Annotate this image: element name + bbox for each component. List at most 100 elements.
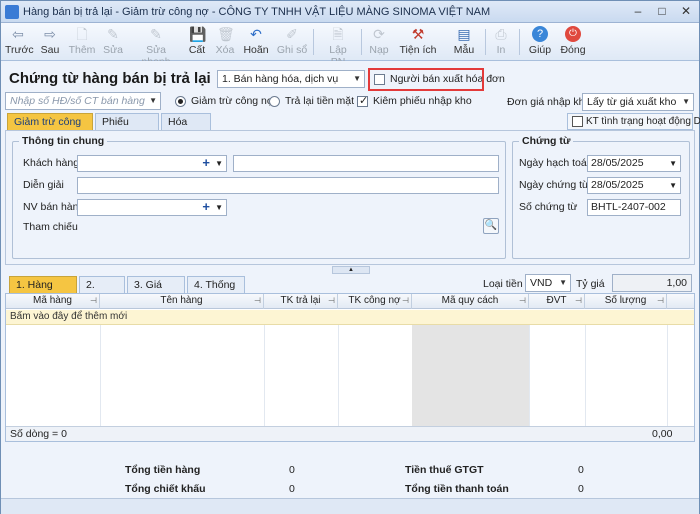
radio-dot xyxy=(269,95,280,107)
tab-invoice[interactable]: Hóa đơn xyxy=(161,113,211,144)
toolbar-separator xyxy=(361,29,362,55)
chevron-down-icon: ▼ xyxy=(682,97,690,106)
toolbar-separator xyxy=(519,29,520,55)
pin-icon[interactable]: ⊣ xyxy=(519,294,526,308)
radio-reduce-debt[interactable]: Giảm trừ công nợ xyxy=(175,95,274,107)
add-button[interactable]: 🗋 Thêm xyxy=(68,25,96,59)
plus-icon[interactable]: + xyxy=(202,155,210,170)
search-invoice-input[interactable]: Nhập số HĐ/số CT bán hàng ▼ xyxy=(5,92,161,110)
create-pn-button[interactable]: 🗎Lập PN xyxy=(321,25,355,68)
highlight-box xyxy=(368,68,484,91)
detail-tabs: 1. Hàng tiền 2. Thuế 3. Giá vốn 4. Thống… xyxy=(5,274,695,307)
arrow-right-icon: ⇨ xyxy=(44,26,56,42)
kt-status-button[interactable]: KT tình trạng hoạt động DN xyxy=(567,113,700,130)
column-header[interactable]: TK trả lại ⊣ xyxy=(264,294,338,309)
page-title: Chứng từ hàng bán bị trả lại xyxy=(9,70,211,87)
refresh-icon: ⟳ xyxy=(373,26,385,42)
chevron-down-icon: ▼ xyxy=(559,278,567,287)
reference-label: Tham chiếu xyxy=(23,221,78,233)
post-button[interactable]: ✐ Ghi sổ xyxy=(276,25,308,59)
edit-button[interactable]: ✎ Sửa xyxy=(101,25,125,59)
description-input[interactable] xyxy=(77,177,499,194)
grid-header: Mã hàng ⊣ Tên hàng ⊣ TK trả lại ⊣ TK công n… xyxy=(6,294,694,309)
load-button[interactable]: ⟳ Nạp xyxy=(367,25,391,59)
pin-icon[interactable]: ⊣ xyxy=(657,294,664,308)
app-icon xyxy=(5,5,19,19)
column-header[interactable]: TK công nợ ⊣ xyxy=(338,294,412,309)
general-info-group: Thông tin chung Khách hàng + ▼ Diễn giải … xyxy=(12,135,506,259)
radio-refund-cash[interactable]: Trả lại tiền mặt xyxy=(269,95,354,107)
tab-cost[interactable]: 3. Giá vốn xyxy=(127,276,185,307)
grid-line xyxy=(529,310,530,426)
currency-select[interactable]: VND ▼ xyxy=(525,274,571,292)
total-goods-value: 0 xyxy=(289,464,295,476)
column-header[interactable]: Mã hàng ⊣ xyxy=(6,294,100,309)
pin-icon[interactable]: ⊣ xyxy=(402,294,409,308)
quick-edit-button[interactable]: ✎Sửa nhanh xyxy=(131,25,181,68)
close-button[interactable]: ⏻ Đóng xyxy=(559,25,587,59)
import-price-label: Đơn giá nhập kho xyxy=(507,96,591,108)
sales-staff-label: NV bán hàng xyxy=(23,201,85,213)
customer-code-input[interactable]: + ▼ xyxy=(77,155,227,172)
splitter-handle[interactable]: ▲ xyxy=(332,266,370,274)
plus-icon[interactable]: + xyxy=(202,199,210,214)
tab-goods-money[interactable]: 1. Hàng tiền xyxy=(9,276,77,307)
chevron-down-icon: ▼ xyxy=(149,96,157,105)
template-button[interactable]: ▤ Mẫu xyxy=(449,25,479,59)
tools-icon: ⚒ xyxy=(411,26,425,42)
tab-receipt[interactable]: Phiếu nhập xyxy=(95,113,159,144)
description-label: Diễn giải xyxy=(23,179,64,191)
rate-input[interactable]: 1,00 xyxy=(612,274,692,292)
toolbar-separator xyxy=(485,29,486,55)
tab-reduce-debt[interactable]: Giảm trừ công nợ xyxy=(7,113,93,144)
delete-button[interactable]: 🗑 Xóa xyxy=(213,25,237,59)
import-price-select[interactable]: Lấy từ giá xuất kho ▼ xyxy=(582,93,694,111)
help-icon: ? xyxy=(532,26,548,42)
undo-button[interactable]: ↶ Hoãn xyxy=(242,25,270,59)
column-header[interactable]: Mã quy cách ⊣ xyxy=(412,294,529,309)
print-button[interactable]: ⎙ In xyxy=(491,25,511,59)
toolbar: ⇦Trước ⇨Sau 🗋Thêm ✎Sửa ✎Sửa nhanh 💾Cất 🗑… xyxy=(1,23,699,68)
row-count: Số dòng = 0 xyxy=(10,428,67,440)
pin-icon[interactable]: ⊣ xyxy=(575,294,582,308)
save-button[interactable]: 💾 Cất xyxy=(186,25,208,59)
group-title: Thông tin chung xyxy=(19,135,108,147)
total-payment-label: Tổng tiền thanh toán xyxy=(405,483,509,495)
receipt-checkbox[interactable]: Kiêm phiếu nhập kho xyxy=(357,94,472,107)
status-icon xyxy=(572,116,583,127)
voucher-date-input[interactable]: 28/05/2025 ▼ xyxy=(587,177,681,194)
column-header[interactable]: ĐVT ⊣ xyxy=(529,294,585,309)
next-button[interactable]: ⇨ Sau xyxy=(37,25,63,59)
add-doc-icon: 🗋 xyxy=(76,26,88,42)
new-row[interactable]: Bấm vào đây để thêm mới xyxy=(6,310,694,325)
arrow-left-icon: ⇦ xyxy=(12,26,24,42)
tab-statistics[interactable]: 4. Thống kê xyxy=(187,276,245,307)
edit-icon: ✎ xyxy=(107,26,119,42)
tab-tax[interactable]: 2. Thuế xyxy=(79,276,125,307)
total-goods-label: Tổng tiền hàng xyxy=(125,464,201,476)
grid-line xyxy=(264,310,265,426)
column-header[interactable]: Tên hàng ⊣ xyxy=(100,294,264,309)
minimize-button[interactable]: – xyxy=(627,3,649,19)
total-discount-value: 0 xyxy=(289,483,295,495)
voucher-no-input[interactable]: BHTL-2407-002 xyxy=(587,199,681,216)
voucher-type-select[interactable]: 1. Bán hàng hóa, dịch vụ ▼ xyxy=(217,70,365,88)
search-reference-icon[interactable]: 🔍 xyxy=(483,218,499,234)
pin-icon[interactable]: ⊣ xyxy=(328,294,335,308)
sales-staff-input[interactable]: + ▼ xyxy=(77,199,227,216)
rate-label: Tỷ giá xyxy=(576,278,605,290)
prev-button[interactable]: ⇦ Trước xyxy=(5,25,34,59)
grid-line xyxy=(667,310,668,426)
delete-icon: 🗑 xyxy=(217,26,235,42)
chevron-down-icon: ▼ xyxy=(669,181,677,190)
posting-date-input[interactable]: 28/05/2025 ▼ xyxy=(587,155,681,172)
pin-icon[interactable]: ⊣ xyxy=(254,294,261,308)
customer-name-input[interactable] xyxy=(233,155,499,172)
column-header[interactable]: Số lượng ⊣ xyxy=(585,294,667,309)
detail-grid: Mã hàng ⊣ Tên hàng ⊣ TK trả lại ⊣ TK công n… xyxy=(5,293,695,442)
pin-icon[interactable]: ⊣ xyxy=(90,294,97,308)
close-window-button[interactable]: ✕ xyxy=(675,3,697,19)
help-button[interactable]: ? Giúp xyxy=(527,25,553,59)
maximize-button[interactable]: □ xyxy=(651,3,673,19)
utilities-button[interactable]: ⚒ Tiện ích xyxy=(398,25,438,59)
